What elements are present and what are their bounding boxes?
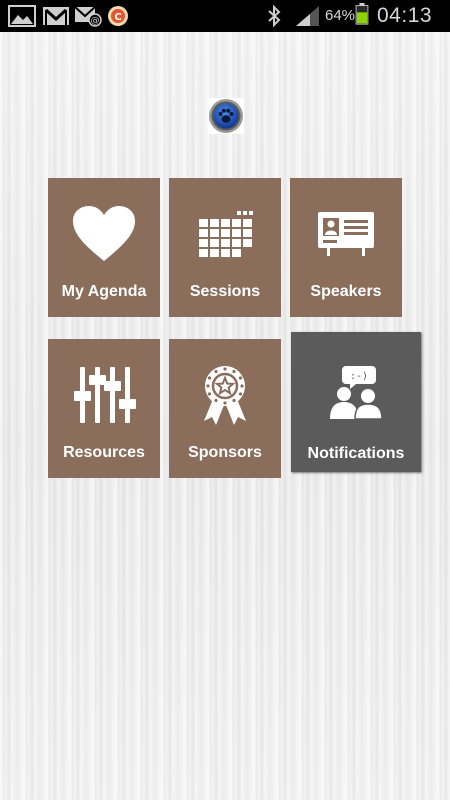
tile-my-agenda[interactable]: My Agenda <box>48 178 160 317</box>
tile-speakers[interactable]: Speakers <box>290 178 402 317</box>
tile-label: Notifications <box>307 445 405 462</box>
gmail-icon <box>43 7 69 25</box>
tile-resources[interactable]: Resources <box>48 339 160 478</box>
gallery-icon <box>8 5 36 27</box>
heart-icon <box>73 206 135 261</box>
battery-icon <box>355 3 369 25</box>
award-ribbon-icon <box>204 366 246 425</box>
tile-notifications[interactable]: :-) Notifications <box>291 332 421 472</box>
tile-sponsors[interactable]: Sponsors <box>169 339 281 478</box>
email-icon: @ <box>74 6 102 27</box>
tile-label: Resources <box>63 444 145 461</box>
bluetooth-icon <box>268 5 281 27</box>
svg-text::-): :-) <box>350 371 368 382</box>
tile-sessions[interactable]: Sessions <box>169 178 281 317</box>
tile-label: Speakers <box>310 283 382 300</box>
status-bar: @ C 64% 04:13 <box>0 0 450 32</box>
tile-label: My Agenda <box>61 283 147 300</box>
chat-people-icon: :-) <box>330 366 383 420</box>
tile-label: Sponsors <box>188 444 262 461</box>
tile-label: Sessions <box>189 283 261 300</box>
svg-text:@: @ <box>91 16 100 26</box>
svg-text:C: C <box>114 12 121 23</box>
signal-icon <box>296 6 319 26</box>
clock: 04:13 <box>377 4 433 27</box>
paw-logo-icon <box>208 98 244 134</box>
app-notification-icon: C <box>108 6 128 26</box>
battery-percent: 64% <box>325 7 356 24</box>
id-card-icon <box>318 212 374 256</box>
calendar-icon <box>199 211 253 257</box>
sliders-icon <box>74 367 136 423</box>
